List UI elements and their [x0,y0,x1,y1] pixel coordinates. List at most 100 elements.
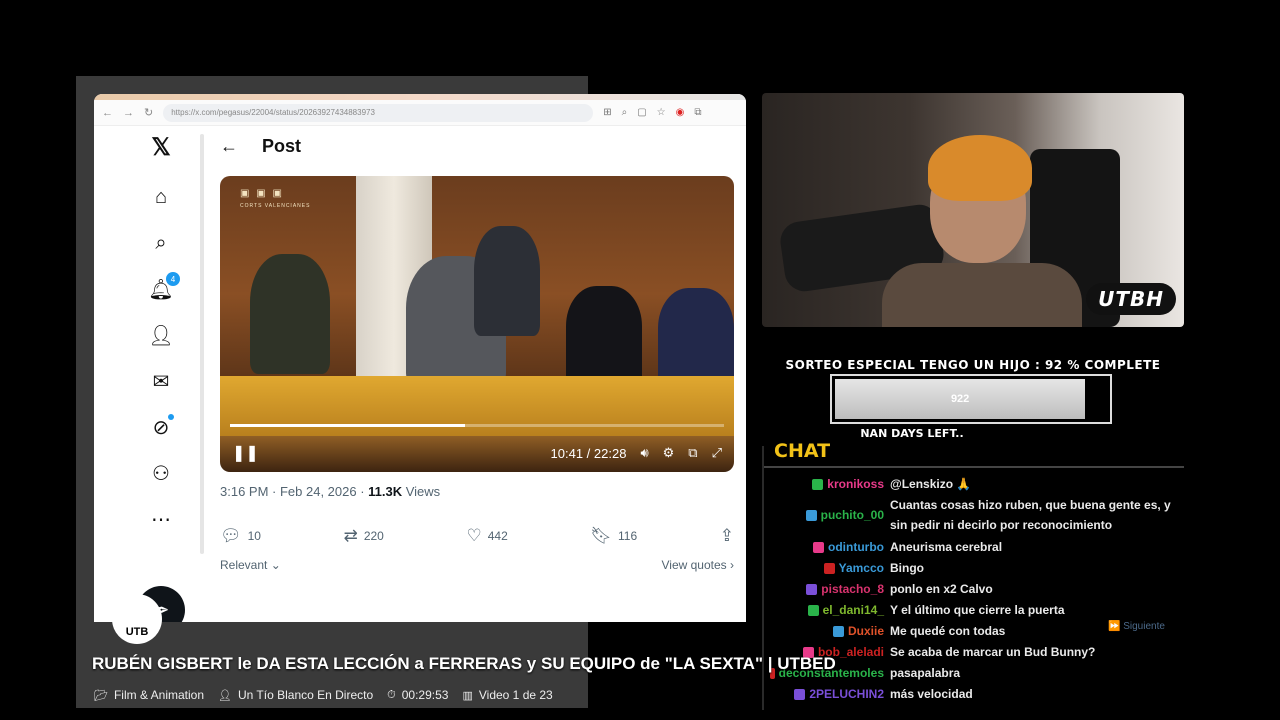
back-arrow-icon[interactable]: ← [220,136,238,157]
chat-username[interactable]: Duxiie [848,621,884,641]
folder-icon: 📂︎ [94,689,108,702]
chevron-down-icon: ⌄ [270,558,281,572]
home-icon[interactable]: ⌂ [148,184,174,210]
chat-user[interactable]: Duxiie [770,621,884,641]
video-progress-fill [230,424,466,427]
chat-username[interactable]: Yamcco [839,558,884,578]
post-actions: 💬︎ 10 ⇄ 220 ♡ 442 🔖︎ 116 ⇪ [220,526,734,546]
video-desk [220,376,734,436]
chat-message: pistacho_8 ponlo en x2 Calvo [770,579,1180,599]
sort-dropdown[interactable]: Relevant ⌄ [220,558,281,572]
goal-progress-fill: 922 [835,379,1086,419]
goal-days-left: NAN DAYS LEFT.. [860,427,964,440]
cam-channel-tag: UTBH [1086,283,1176,315]
video-person-5 [658,288,734,388]
settings-gear-icon[interactable]: ⚙ [663,445,675,461]
repost-count: 220 [363,529,384,543]
chat-message: 2PELUCHIN2 más velocidad [770,684,1180,704]
timer-icon: ⏱︎ [387,688,396,701]
video-progress-bar[interactable] [230,424,724,427]
bookmark-icon: 🔖︎ [590,526,612,545]
chat-badge-icon [805,509,817,521]
category-label: Film & Animation [113,688,204,702]
pip-icon[interactable]: ⧉ [688,445,697,461]
chat-text: Bingo [890,561,924,575]
grok-dot [168,414,174,420]
chat-text: más velocidad [890,687,973,701]
chat-username[interactable]: pistacho_8 [821,579,884,599]
extensions-icon[interactable]: ⧉ [694,107,701,118]
x-logo-icon[interactable]: 𝕏 [148,134,174,161]
browser-window: ← → ↻ https://x.com/pegasus/22004/status… [94,94,746,622]
chat-text: Se acaba de marcar un Bud Bunny? [890,645,1096,659]
url-field[interactable]: https://x.com/pegasus/22004/status/20263… [163,103,594,122]
messages-mail-icon[interactable]: ✉︎ [148,368,174,394]
video-player[interactable]: ▣ ▣ ▣ CORTS VALENCIANES ❚❚ 10:41 / 22:28 … [220,176,734,472]
views-label: Views [402,484,441,499]
chat-user[interactable]: el_dani14_ [770,600,884,620]
chat-username[interactable]: kronikoss [827,474,884,494]
channel-item: 👤︎ Un Tío Blanco En Directo [218,688,373,702]
next-button[interactable]: ⏩ Siguiente [1108,621,1165,632]
chat-user[interactable]: 2PELUCHIN2 [770,684,884,704]
chart-icon: ▥ [462,689,473,702]
chat-badge-icon [813,541,825,553]
notification-badge: 4 [166,272,180,286]
browser-forward-button[interactable]: → [123,107,134,119]
chat-message: puchito_00 Cuantas cosas hizo ruben, que … [770,495,1180,535]
chat-user[interactable]: puchito_00 [770,495,884,535]
bookmark-button[interactable]: 🔖︎ 116 [590,526,637,546]
like-button[interactable]: ♡ 442 [466,526,507,546]
opera-icon[interactable]: ◉ [676,107,685,118]
cam-streamer-body [882,263,1082,327]
repost-button[interactable]: ⇄ 220 [344,526,384,546]
heart-icon: ♡ [466,526,482,545]
extension-icons: ⊞ ⌕ ▢ ☆ ◉ ⧉ [603,107,701,118]
chat-username[interactable]: 2PELUCHIN2 [809,684,884,704]
pause-icon[interactable]: ❚❚ [232,443,259,463]
duration-label: 00:29:53 [401,688,449,702]
bookmark-star-icon[interactable]: ☆ [657,107,666,118]
channel-logo: UTB [112,594,162,644]
crest-logo: ▣ ▣ ▣ CORTS VALENCIANES [240,188,311,209]
browser-back-button[interactable]: ← [102,107,113,119]
crest-caption: CORTS VALENCIANES [240,203,311,209]
chat-username[interactable]: el_dani14_ [823,600,884,620]
webcam-feed: UTBH [762,93,1184,327]
video-title: RUBÉN GISBERT le DA ESTA LECCIÓN a FERRE… [92,654,836,673]
share-icon[interactable]: ▢ [637,107,646,118]
translate-icon[interactable]: ⊞ [603,107,611,118]
video-info-footer: 📂︎ Film & Animation 👤︎ Un Tío Blanco En Di… [94,688,553,702]
zoom-icon[interactable]: ⌕ [622,107,628,118]
scroll-divider[interactable] [200,134,204,554]
chat-text: Y el último que cierre la puerta [890,603,1065,617]
view-quotes-link[interactable]: View quotes › [662,558,735,572]
share-upload-icon: ⇪ [719,526,734,545]
volume-icon[interactable]: 🔊︎ [640,445,648,461]
chat-text: ponlo en x2 Calvo [890,582,993,596]
browser-reload-button[interactable]: ↻ [144,106,153,119]
chat-user[interactable]: odinturbo [770,537,884,557]
profile-icon[interactable]: ⚇ [148,460,174,486]
more-icon[interactable]: ⋯ [148,506,174,532]
chat-user[interactable]: pistacho_8 [770,579,884,599]
reply-button[interactable]: 💬︎ 10 [220,526,261,546]
post-timestamp[interactable]: 3:16 PM · Feb 24, 2026 · [220,484,368,499]
share-button[interactable]: ⇪ [720,526,734,546]
chat-username[interactable]: puchito_00 [821,505,884,525]
explore-search-icon[interactable]: ⌕ [148,230,174,256]
goal-progress-bar: 922 [830,374,1112,424]
grok-icon[interactable]: ⊘ [148,414,174,440]
repost-icon: ⇄ [343,526,358,545]
chat-user[interactable]: kronikoss [770,474,884,494]
chat-user[interactable]: Yamcco [770,558,884,578]
chat-divider [762,466,1184,468]
follow-icon[interactable]: 👤︎ [148,322,174,348]
chat-username[interactable]: odinturbo [828,537,884,557]
fullscreen-icon[interactable]: ⤢ [712,445,722,461]
notifications-bell-icon[interactable]: 🔔︎ 4 [148,272,180,302]
video-controls: ❚❚ 10:41 / 22:28 🔊︎ ⚙ ⧉ ⤢ [220,438,734,468]
chat-badge-icon [812,478,824,490]
x-sidebar: 𝕏 ⌂ ⌕ 🔔︎ 4 👤︎ ✉︎ ⊘ ⚇ ⋯ ✒ [94,126,200,622]
reply-count: 10 [247,529,261,543]
